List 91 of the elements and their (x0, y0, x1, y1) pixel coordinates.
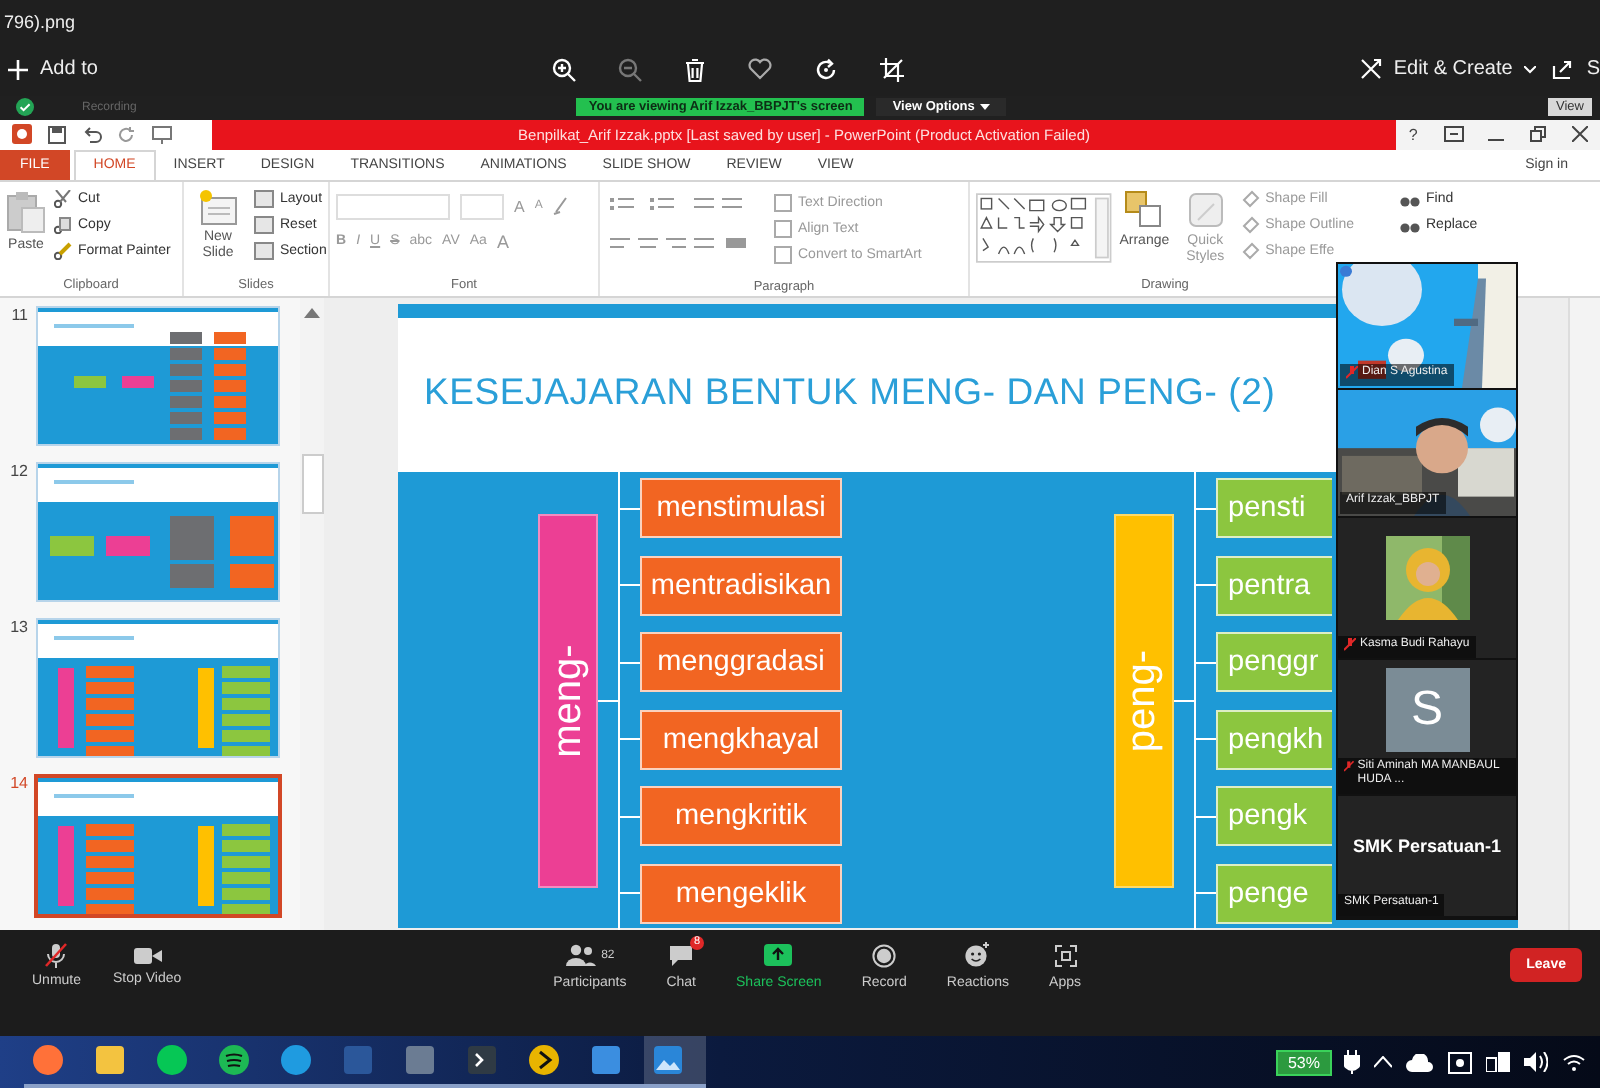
restore-icon[interactable] (1529, 126, 1546, 143)
slide-number: 11 (9, 305, 28, 324)
muted-mic-icon (1346, 366, 1358, 380)
spotify-icon (218, 1044, 250, 1077)
scrollbar-thumb[interactable] (301, 453, 323, 514)
muted-mic-icon (1344, 760, 1354, 774)
word-icon (342, 1044, 374, 1077)
caret-icon (1524, 65, 1537, 74)
brush-icon (54, 241, 72, 260)
slide-title: KESEJAJARAN BENTUK MENG- DAN PENG- (2) (424, 370, 1276, 415)
save-icon[interactable] (48, 125, 66, 144)
share-button[interactable]: S (1544, 54, 1600, 85)
help-button[interactable]: ? (1408, 125, 1418, 144)
files-icon (94, 1044, 126, 1077)
chat-icon (668, 943, 695, 968)
photos-icon (652, 1044, 684, 1077)
rotate-icon[interactable] (814, 57, 839, 82)
avatar-initial: S (1385, 667, 1469, 751)
zoom-in-icon[interactable] (552, 57, 577, 82)
slide-number: 13 (8, 617, 28, 636)
shapes-gallery[interactable] (976, 187, 1112, 268)
plug-icon (1344, 1050, 1360, 1075)
word-box: pentra (1216, 555, 1332, 616)
chevron-up-icon[interactable] (1374, 1056, 1392, 1069)
slide-number: 12 (8, 461, 28, 480)
shield-icon (16, 98, 34, 117)
record-icon (872, 943, 897, 968)
people-icon (565, 944, 596, 967)
word-box: mengeklik (640, 863, 842, 924)
word-box: pengk (1216, 786, 1332, 847)
arrange-icon (1124, 189, 1165, 230)
slide-number: 14 (8, 773, 28, 792)
firefox-icon (32, 1044, 64, 1077)
video-camera-icon (133, 945, 162, 966)
edge-icon (280, 1044, 312, 1077)
word-box: penggr (1216, 632, 1332, 693)
prefix-label: meng- (538, 514, 598, 889)
speaker-icon[interactable] (1524, 1052, 1548, 1073)
clipboard-icon (6, 189, 46, 234)
powerpoint-icon (12, 124, 32, 145)
edit-icon (1359, 58, 1382, 81)
presentation-icon[interactable] (152, 125, 172, 144)
scissors-icon (54, 189, 72, 208)
scrollbar[interactable] (1568, 297, 1600, 931)
file-title: 796).png (4, 11, 76, 32)
close-icon[interactable] (1571, 126, 1588, 143)
prefix-label: peng- (1114, 514, 1174, 889)
zoom-out-icon[interactable] (618, 57, 643, 82)
word-box: pengkh (1216, 709, 1332, 770)
new-slide-icon (198, 189, 238, 226)
font-size-field[interactable] (460, 193, 504, 220)
undo-icon[interactable] (82, 125, 102, 144)
player-icon (528, 1044, 560, 1077)
word-box: pensti (1216, 478, 1332, 539)
word-box: penge (1216, 863, 1332, 924)
calculator-icon (404, 1044, 436, 1077)
font-name-field[interactable] (336, 193, 450, 220)
search-icon (590, 1044, 622, 1077)
caret-icon (980, 104, 991, 111)
muted-mic-icon (44, 942, 69, 969)
add-to-button[interactable]: Add to (0, 54, 106, 85)
battery-indicator: 53% (1275, 1049, 1332, 1076)
slide-thumbnail[interactable] (34, 773, 282, 918)
scroll-up-icon[interactable] (304, 305, 320, 318)
smiley-icon (964, 942, 991, 969)
crop-icon[interactable] (880, 57, 905, 82)
redo-icon[interactable] (118, 125, 136, 144)
terminal-icon (466, 1044, 498, 1077)
word-box: menggradasi (640, 632, 842, 693)
word-box: mentradisikan (640, 555, 842, 616)
cloud-icon[interactable] (1406, 1053, 1434, 1072)
muted-mic-icon (1344, 638, 1356, 652)
apps-icon (1053, 943, 1078, 968)
edit-create-button[interactable]: Edit & Create (1351, 54, 1545, 85)
device-icon[interactable] (1448, 1051, 1472, 1074)
share-screen-icon (764, 944, 793, 967)
wifi-icon[interactable] (1562, 1052, 1586, 1073)
delete-icon[interactable] (684, 57, 707, 82)
plus-icon (8, 59, 28, 80)
participant-display-name: SMK Persatuan-1 (1352, 835, 1502, 855)
heart-icon[interactable] (748, 57, 773, 80)
quick-styles-icon (1185, 189, 1226, 230)
ribbon-display-icon[interactable] (1443, 126, 1463, 143)
copy-icon (54, 215, 72, 234)
taskbar-app[interactable] (644, 1036, 706, 1088)
network-icon[interactable] (1486, 1052, 1510, 1073)
share-icon (1552, 58, 1575, 81)
clear-format-icon[interactable] (552, 196, 573, 217)
word-box: menstimulasi (640, 478, 842, 539)
word-box: mengkritik (640, 786, 842, 847)
word-box: mengkhayal (640, 709, 842, 770)
